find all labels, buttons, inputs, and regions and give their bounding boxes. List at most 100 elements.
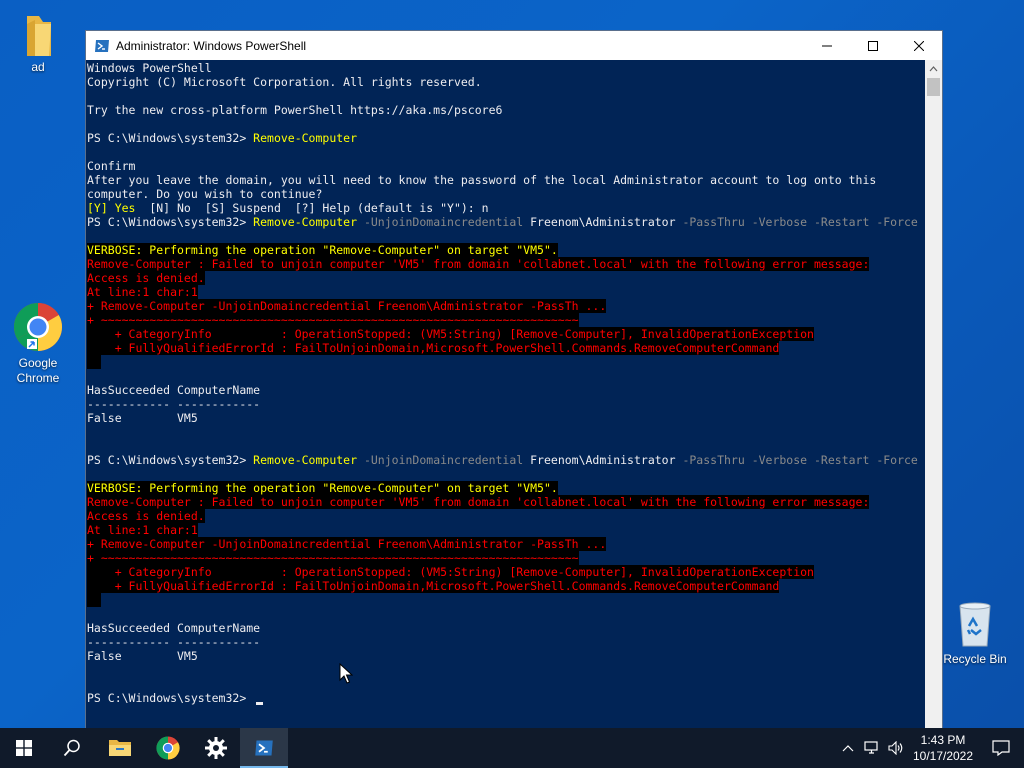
console-line: + FullyQualifiedErrorId : FailToUnjoinDo…: [87, 341, 780, 355]
action-center-button[interactable]: [978, 728, 1024, 768]
error-message: + FullyQualifiedErrorId : FailToUnjoinDo…: [87, 341, 780, 355]
console-line: VERBOSE: Performing the operation "Remov…: [87, 481, 558, 495]
maximize-button[interactable]: [850, 31, 896, 60]
error-message: + Remove-Computer -UnjoinDomaincredentia…: [87, 299, 607, 313]
gear-icon: [205, 737, 227, 759]
powershell-window: Administrator: Windows PowerShell Window…: [85, 30, 943, 730]
system-tray: 1:43 PM 10/17/2022: [836, 728, 1024, 768]
console-line: + ~~~~~~~~~~~~~~~~~~~~~~~~~~~~~~~~~~~~~~…: [87, 313, 579, 327]
clock[interactable]: 1:43 PM 10/17/2022: [908, 732, 978, 764]
console-line: Try the new cross-platform PowerShell ht…: [87, 103, 503, 117]
search-icon: [63, 739, 80, 757]
console-line: PS C:\Windows\system32> Remove-Computer …: [87, 453, 918, 467]
taskbar-powershell[interactable]: [240, 728, 288, 768]
console-line: Access is denied.: [87, 509, 205, 523]
console-line: PS C:\Windows\system32>: [87, 691, 253, 705]
desktop-icon-ad[interactable]: ad: [0, 8, 76, 75]
console-line: At line:1 char:1: [87, 285, 198, 299]
error-message: At line:1 char:1: [87, 523, 198, 537]
console-line: False VM5: [87, 649, 198, 663]
command: Remove-Computer: [253, 131, 358, 145]
error-message: Access is denied.: [87, 509, 205, 523]
console-line: PS C:\Windows\system32> Remove-Computer: [87, 131, 357, 145]
console-line: HasSucceeded ComputerName: [87, 383, 261, 397]
powershell-icon: [255, 740, 273, 756]
file-explorer-icon: [109, 740, 131, 756]
console-output[interactable]: Windows PowerShell Copyright (C) Microso…: [86, 60, 925, 730]
taskbar-settings[interactable]: [192, 728, 240, 768]
text-cursor: [256, 702, 263, 705]
choice-rest: [N] No [S] Suspend [?] Help (default is …: [135, 201, 489, 215]
console-line: Copyright (C) Microsoft Corporation. All…: [87, 75, 482, 89]
taskbar-chrome[interactable]: [144, 728, 192, 768]
minimize-icon: [822, 45, 832, 46]
notification-icon: [992, 740, 1010, 756]
desktop-icon-label: Recycle Bin: [943, 652, 1007, 666]
mouse-pointer-icon: [339, 663, 353, 684]
verbose-message: VERBOSE: Performing the operation "Remov…: [87, 243, 558, 257]
prompt: PS C:\Windows\system32>: [87, 453, 254, 467]
powershell-icon: [95, 39, 109, 52]
console-line: False VM5: [87, 411, 198, 425]
chrome-icon: [156, 736, 180, 760]
command: Remove-Computer: [253, 215, 358, 229]
recycle-bin-icon: [959, 602, 991, 647]
show-hidden-icons-button[interactable]: [836, 728, 860, 768]
vertical-scrollbar[interactable]: [925, 60, 942, 730]
parameter: -UnjoinDomaincredential: [357, 453, 531, 467]
console-line: computer. Do you wish to continue?: [87, 187, 323, 201]
verbose-message: VERBOSE: Performing the operation "Remov…: [87, 481, 558, 495]
parameter: -PassThru -Verbose -Restart -Force: [675, 215, 918, 229]
command: Remove-Computer: [253, 453, 358, 467]
console-line: [87, 593, 101, 607]
console-line: + Remove-Computer -UnjoinDomaincredentia…: [87, 537, 607, 551]
error-message: + ~~~~~~~~~~~~~~~~~~~~~~~~~~~~~~~~~~~~~~…: [87, 551, 579, 565]
folder-icon: [27, 16, 51, 56]
title-bar[interactable]: Administrator: Windows PowerShell: [86, 31, 942, 60]
console-line: + CategoryInfo : OperationStopped: (VM5:…: [87, 327, 814, 341]
desktop-icon-chrome[interactable]: Google Chrome: [0, 302, 76, 386]
clock-date: 10/17/2022: [912, 749, 974, 763]
error-trailing: [87, 593, 101, 607]
desktop-icon-label: Google Chrome: [16, 356, 60, 385]
console-line: [Y] Yes [N] No [S] Suspend [?] Help (def…: [87, 201, 489, 215]
argument: Freenom\Administrator: [530, 215, 676, 229]
close-button[interactable]: [896, 31, 942, 60]
chevron-up-icon: [842, 745, 854, 752]
network-button[interactable]: [860, 728, 884, 768]
console-line: ------------ ------------: [87, 397, 261, 411]
console-line: [87, 355, 101, 369]
choice-yes: [Y] Yes: [87, 201, 136, 215]
error-message: At line:1 char:1: [87, 285, 198, 299]
console-line: HasSucceeded ComputerName: [87, 621, 261, 635]
error-message: Remove-Computer : Failed to unjoin compu…: [87, 257, 870, 271]
error-trailing: [87, 355, 101, 369]
error-message: + CategoryInfo : OperationStopped: (VM5:…: [87, 327, 814, 341]
console-line: Access is denied.: [87, 271, 205, 285]
desktop-icon-label: ad: [31, 60, 45, 74]
windows-icon: [16, 740, 32, 756]
console-line: Remove-Computer : Failed to unjoin compu…: [87, 495, 870, 509]
clock-time: 1:43 PM: [920, 733, 966, 747]
console-line: At line:1 char:1: [87, 523, 198, 537]
console-line: + ~~~~~~~~~~~~~~~~~~~~~~~~~~~~~~~~~~~~~~…: [87, 551, 579, 565]
scroll-up-icon[interactable]: [925, 62, 942, 76]
error-message: + ~~~~~~~~~~~~~~~~~~~~~~~~~~~~~~~~~~~~~~…: [87, 313, 579, 327]
console-line: + Remove-Computer -UnjoinDomaincredentia…: [87, 299, 607, 313]
taskbar: 1:43 PM 10/17/2022: [0, 728, 1024, 768]
error-message: Remove-Computer : Failed to unjoin compu…: [87, 495, 870, 509]
desktop-icon-recycle-bin[interactable]: Recycle Bin: [937, 600, 1013, 667]
prompt: PS C:\Windows\system32>: [87, 131, 254, 145]
console-line: PS C:\Windows\system32> Remove-Computer …: [87, 215, 918, 229]
start-button[interactable]: [0, 728, 48, 768]
prompt: PS C:\Windows\system32>: [87, 215, 254, 229]
console-line: Confirm: [87, 159, 136, 173]
error-message: + CategoryInfo : OperationStopped: (VM5:…: [87, 565, 814, 579]
console-line: Windows PowerShell: [87, 61, 212, 75]
minimize-button[interactable]: [804, 31, 850, 60]
scrollbar-thumb[interactable]: [927, 78, 940, 96]
search-button[interactable]: [48, 728, 96, 768]
parameter: -PassThru -Verbose -Restart -Force: [675, 453, 918, 467]
volume-button[interactable]: [884, 728, 908, 768]
taskbar-file-explorer[interactable]: [96, 728, 144, 768]
